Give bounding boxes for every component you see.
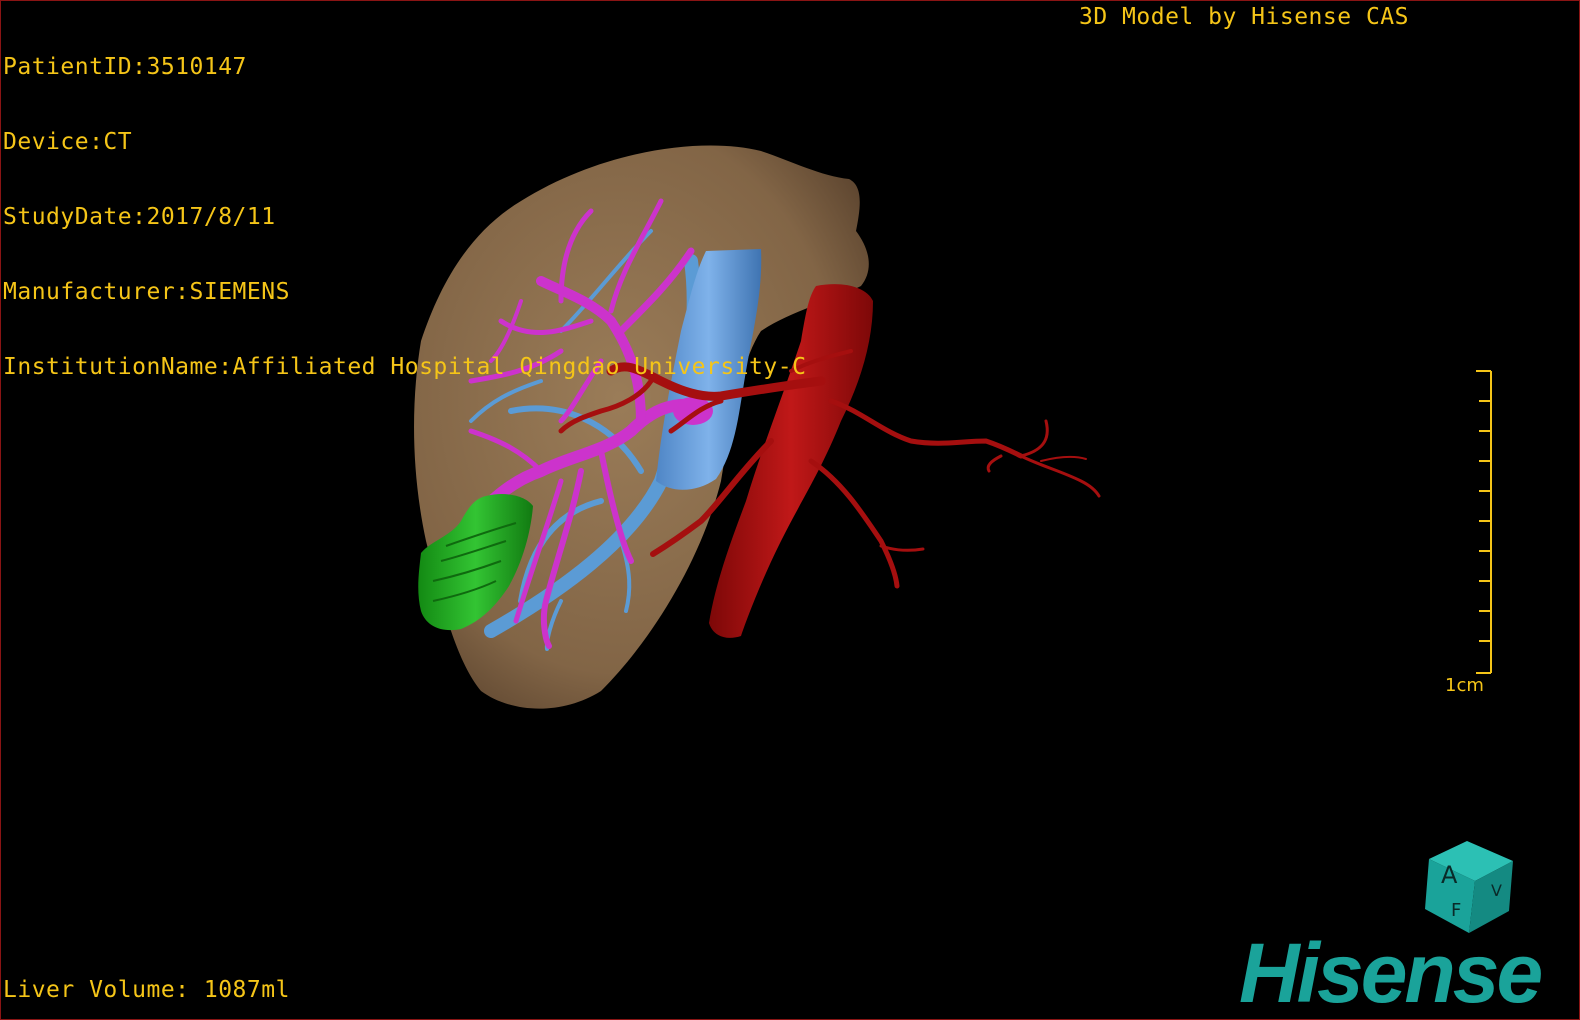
institution-name: InstitutionName:Affiliated Hospital Qing…	[3, 354, 807, 380]
scale-bar	[1476, 370, 1492, 674]
cube-label-v: V	[1491, 881, 1502, 900]
liver-volume: Liver Volume: 1087ml	[3, 977, 290, 1003]
cube-label-f: F	[1451, 900, 1461, 921]
model-credit: 3D Model by Hisense CAS	[1079, 4, 1409, 30]
cube-label-a: A	[1441, 861, 1458, 889]
manufacturer: Manufacturer:SIEMENS	[3, 279, 290, 305]
3d-viewport[interactable]: A F V PatientID:3510147 Device:CT StudyD…	[0, 0, 1580, 1020]
orientation-cube-icon[interactable]: A F V	[1425, 841, 1513, 933]
device: Device:CT	[3, 129, 133, 155]
study-date: StudyDate:2017/8/11	[3, 204, 276, 230]
study-info-panel: PatientID:3510147 Device:CT StudyDate:20…	[3, 5, 806, 430]
hisense-logo: Hisense	[1239, 926, 1543, 1020]
patient-id: PatientID:3510147	[3, 54, 247, 80]
scale-bar-label: 1cm	[1445, 675, 1484, 696]
